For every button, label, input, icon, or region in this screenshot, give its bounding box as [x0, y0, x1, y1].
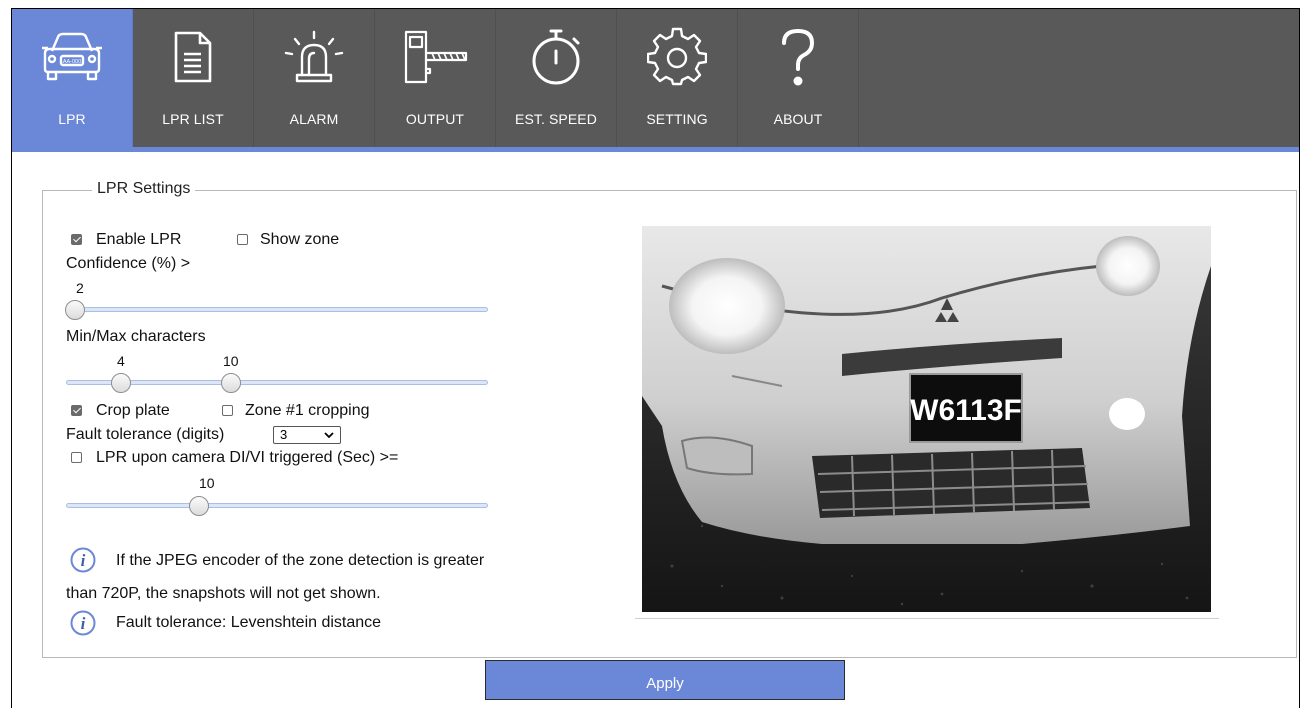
crop-plate-checkbox[interactable]: [71, 405, 82, 416]
info-icon: i: [70, 610, 96, 636]
svg-text:AA-000: AA-000: [63, 59, 81, 65]
tab-lpr-list-label: LPR LIST: [162, 111, 224, 127]
nav-underline: [12, 147, 1299, 152]
di-vi-slider-thumb[interactable]: [189, 496, 209, 516]
max-chars-value: 10: [223, 353, 239, 369]
tab-about[interactable]: ABOUT: [738, 9, 859, 147]
max-chars-slider-thumb[interactable]: [221, 373, 241, 393]
image-divider: [635, 618, 1219, 619]
min-max-chars-label: Min/Max characters: [66, 328, 206, 345]
top-navigation: AA-000 LPR LPR LIST ALARM OUTPUT EST. SP…: [12, 9, 1299, 147]
tab-output[interactable]: OUTPUT: [375, 9, 496, 147]
show-zone-checkbox[interactable]: [237, 234, 248, 245]
tab-lpr-list[interactable]: LPR LIST: [133, 9, 254, 147]
di-vi-trigger-value: 10: [199, 475, 215, 491]
info-jpeg-line1: If the JPEG encoder of the zone detectio…: [116, 552, 485, 569]
tab-setting[interactable]: SETTING: [617, 9, 738, 147]
tab-output-label: OUTPUT: [405, 111, 465, 127]
apply-button[interactable]: Apply: [485, 660, 845, 700]
svg-text:i: i: [81, 614, 86, 633]
zone-cropping-label: Zone #1 cropping: [245, 402, 370, 419]
confidence-slider-track[interactable]: [66, 307, 488, 312]
barrier-gate-icon: [375, 25, 495, 89]
confidence-label: Confidence (%) >: [66, 255, 191, 272]
stopwatch-icon: [496, 25, 616, 89]
tab-setting-label: SETTING: [646, 111, 708, 127]
fault-tolerance-select[interactable]: 3: [273, 426, 341, 444]
show-zone-label: Show zone: [260, 231, 340, 248]
lpr-settings-legend: LPR Settings: [92, 180, 196, 198]
info-icon: i: [70, 547, 96, 573]
enable-lpr-checkbox[interactable]: [71, 234, 82, 245]
tab-lpr[interactable]: AA-000 LPR: [12, 9, 133, 147]
question-icon: [738, 25, 858, 89]
chevron-down-icon: [324, 432, 334, 439]
car-plate-icon: AA-000: [12, 25, 132, 89]
di-vi-trigger-checkbox[interactable]: [71, 452, 82, 463]
gear-icon: [617, 25, 737, 89]
fault-tolerance-selected: 3: [280, 427, 288, 442]
svg-text:i: i: [81, 551, 86, 570]
min-chars-slider-thumb[interactable]: [111, 373, 131, 393]
fault-tolerance-label: Fault tolerance (digits): [66, 426, 225, 443]
tab-lpr-label: LPR: [58, 111, 86, 127]
confidence-value: 2: [76, 280, 84, 296]
lpr-snapshot-image: W6113F: [642, 226, 1211, 612]
info-fault-tolerance: Fault tolerance: Levenshtein distance: [116, 614, 382, 631]
siren-icon: [254, 25, 374, 89]
info-jpeg-line2: than 720P, the snapshots will not get sh…: [66, 585, 381, 602]
di-vi-trigger-label: LPR upon camera DI/VI triggered (Sec) >=: [96, 449, 399, 466]
tab-about-label: ABOUT: [773, 111, 823, 127]
tab-est-speed[interactable]: EST. SPEED: [496, 9, 617, 147]
min-chars-value: 4: [117, 353, 125, 369]
di-vi-slider-track[interactable]: [66, 503, 488, 508]
enable-lpr-label: Enable LPR: [96, 231, 182, 248]
zone-cropping-checkbox[interactable]: [222, 405, 233, 416]
document-icon: [133, 25, 253, 89]
tab-alarm-label: ALARM: [289, 111, 339, 127]
crop-plate-label: Crop plate: [96, 402, 170, 419]
tab-alarm[interactable]: ALARM: [254, 9, 375, 147]
confidence-slider-thumb[interactable]: [65, 300, 85, 320]
tab-est-speed-label: EST. SPEED: [515, 111, 597, 127]
svg-text:W6113F: W6113F: [910, 394, 1022, 427]
